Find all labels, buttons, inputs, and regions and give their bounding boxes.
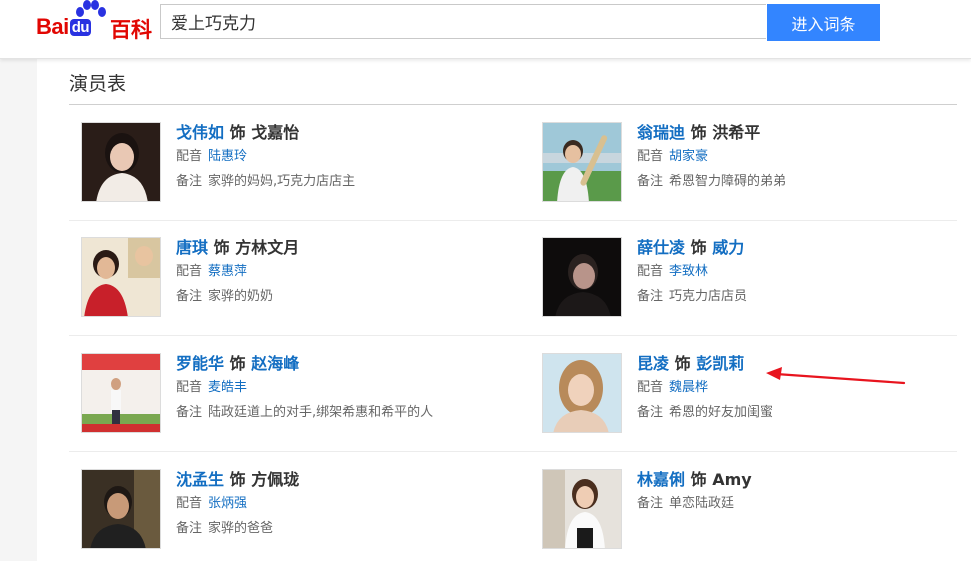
voice-actor-link[interactable]: 麦皓丰: [208, 380, 247, 395]
cast-item: 唐琪 饰 方林文月 配音 蔡惠萍 备注 家骅的奶奶: [81, 237, 501, 321]
voice-label: 配音: [176, 496, 203, 511]
voice-label: 配音: [637, 380, 664, 395]
role-name: 戈嘉怡: [251, 123, 300, 142]
logo-baike-text: 百科: [110, 18, 152, 42]
note-text: 单恋陆政廷: [669, 496, 735, 511]
actor-photo[interactable]: [542, 122, 622, 202]
baidu-baike-logo[interactable]: Bai du 百科: [36, 0, 154, 44]
note-label: 备注: [176, 521, 203, 536]
actor-name-link[interactable]: 昆凌: [637, 354, 669, 373]
header: Baidu 百科 进入词条: [0, 0, 971, 59]
as-text: 饰: [674, 354, 691, 373]
actor-name-link[interactable]: 翁瑞迪: [637, 123, 685, 142]
note-label: 备注: [637, 405, 664, 420]
actor-photo[interactable]: [542, 469, 622, 549]
voice-label: 配音: [637, 264, 664, 279]
role-name-link[interactable]: 威力: [712, 238, 744, 257]
voice-actor-link[interactable]: 胡家豪: [669, 149, 708, 164]
voice-label: 配音: [176, 380, 203, 395]
cast-item: 林嘉俐 饰 Amy 备注 单恋陆政廷: [542, 469, 962, 553]
enter-entry-button[interactable]: 进入词条: [767, 4, 880, 41]
note-text: 家骅的妈妈,巧克力店店主: [208, 174, 356, 189]
actor-name-link[interactable]: 罗能华: [176, 354, 224, 373]
as-text: 饰: [229, 470, 246, 489]
actor-photo[interactable]: [81, 353, 161, 433]
actor-photo[interactable]: [81, 237, 161, 317]
note-text: 陆政廷道上的对手,绑架希惠和希平的人: [208, 405, 434, 420]
cast-item: 罗能华 饰 赵海峰 配音 麦皓丰 备注 陆政廷道上的对手,绑架希惠和希平的人: [81, 353, 501, 437]
note-label: 备注: [637, 496, 664, 511]
cast-content: 演员表 戈伟如 饰 戈嘉怡 配音 陆惠玲 备注 家骅的妈妈,巧克力店店主 翁瑞迪 饰…: [37, 59, 971, 561]
row-divider: [69, 220, 957, 221]
cast-item: 戈伟如 饰 戈嘉怡 配音 陆惠玲 备注 家骅的妈妈,巧克力店店主: [81, 122, 501, 206]
note-label: 备注: [637, 174, 664, 189]
note-label: 备注: [637, 289, 664, 304]
role-name: Amy: [712, 470, 752, 489]
actor-photo[interactable]: [542, 237, 622, 317]
actor-photo[interactable]: [542, 353, 622, 433]
as-text: 饰: [229, 354, 246, 373]
actor-name-link[interactable]: 薛仕凌: [637, 238, 685, 257]
title-divider: [69, 104, 957, 105]
actor-photo[interactable]: [81, 122, 161, 202]
as-text: 饰: [690, 238, 707, 257]
paw-icon: [76, 0, 106, 17]
note-text: 希恩的好友加闺蜜: [669, 405, 774, 420]
voice-actor-link[interactable]: 魏晨桦: [669, 380, 708, 395]
voice-actor-link[interactable]: 李致林: [669, 264, 708, 279]
section-title: 演员表: [69, 73, 127, 95]
role-name: 洪希平: [712, 123, 761, 142]
note-label: 备注: [176, 174, 203, 189]
role-name: 方佩珑: [251, 470, 300, 489]
actor-name-link[interactable]: 沈孟生: [176, 470, 224, 489]
note-text: 家骅的爸爸: [208, 521, 274, 536]
annotation-arrow-icon: [766, 367, 906, 385]
cast-item: 翁瑞迪 饰 洪希平 配音 胡家豪 备注 希恩智力障碍的弟弟: [542, 122, 962, 206]
actor-name-link[interactable]: 戈伟如: [176, 123, 224, 142]
cast-item: 沈孟生 饰 方佩珑 配音 张炳强 备注 家骅的爸爸: [81, 469, 501, 553]
note-text: 希恩智力障碍的弟弟: [669, 174, 787, 189]
cast-item: 薛仕凌 饰 威力 配音 李致林 备注 巧克力店店员: [542, 237, 962, 321]
row-divider: [69, 451, 957, 452]
actor-name-link[interactable]: 唐琪: [176, 238, 208, 257]
voice-actor-link[interactable]: 蔡惠萍: [208, 264, 247, 279]
voice-actor-link[interactable]: 陆惠玲: [208, 149, 247, 164]
role-name: 方林文月: [235, 238, 300, 257]
note-label: 备注: [176, 405, 203, 420]
voice-label: 配音: [176, 264, 203, 279]
role-name-link[interactable]: 赵海峰: [251, 354, 299, 373]
row-divider: [69, 335, 957, 336]
note-label: 备注: [176, 289, 203, 304]
as-text: 饰: [690, 123, 707, 142]
search-input[interactable]: [160, 4, 766, 39]
as-text: 饰: [213, 238, 230, 257]
as-text: 饰: [229, 123, 246, 142]
note-text: 巧克力店店员: [669, 289, 748, 304]
voice-label: 配音: [637, 149, 664, 164]
actor-name-link[interactable]: 林嘉俐: [637, 470, 685, 489]
voice-actor-link[interactable]: 张炳强: [208, 496, 247, 511]
note-text: 家骅的奶奶: [208, 289, 274, 304]
role-name-link[interactable]: 彭凯莉: [696, 354, 744, 373]
left-margin: [0, 59, 37, 561]
as-text: 饰: [690, 470, 707, 489]
voice-label: 配音: [176, 149, 203, 164]
actor-photo[interactable]: [81, 469, 161, 549]
